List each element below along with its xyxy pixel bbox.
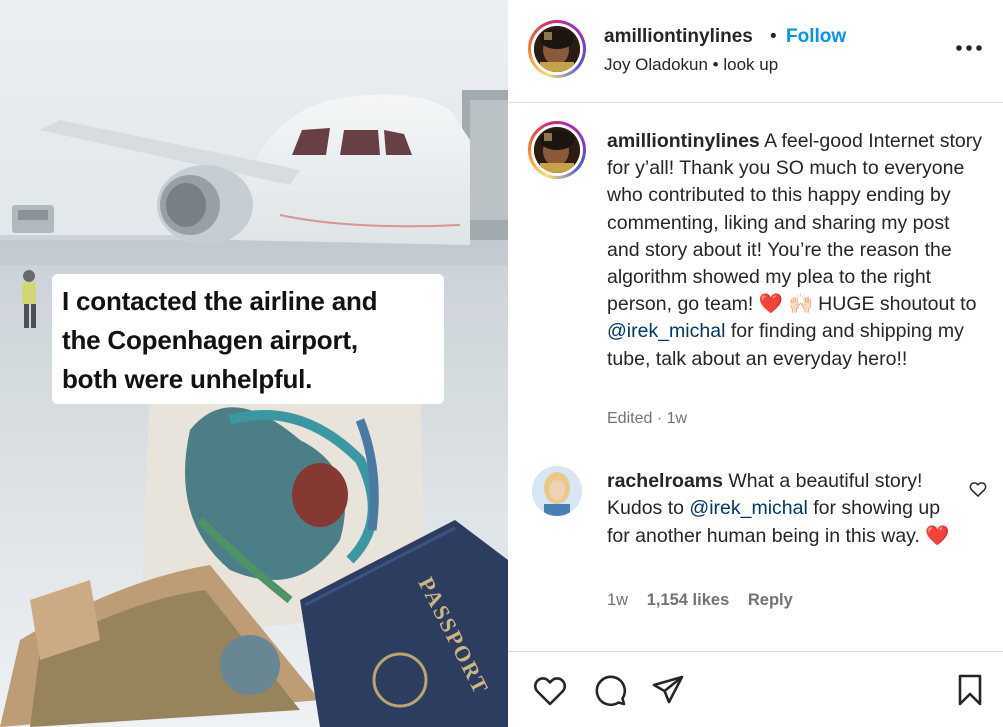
more-options-icon[interactable] — [954, 38, 984, 58]
caption-edited-time: Edited · 1w — [607, 410, 688, 427]
bookmark-icon[interactable] — [951, 671, 989, 709]
comment-body: rachelroams What a beautiful story! Kudo… — [607, 468, 952, 550]
comment-icon[interactable] — [591, 671, 629, 709]
caption-username[interactable]: amilliontinylines — [607, 130, 760, 152]
comment-reply-button[interactable]: Reply — [748, 591, 793, 609]
comment-like-heart-icon[interactable] — [968, 479, 988, 499]
post-media[interactable]: S PASSPORT I contacted the airline and t… — [0, 0, 508, 727]
raised-hands-emoji: 🙌🏻 — [788, 293, 813, 316]
caption-mention-link[interactable]: @irek_michal — [607, 320, 725, 342]
caption-text-2: HUGE shoutout to — [818, 293, 977, 316]
header-divider — [508, 102, 1003, 103]
comment-meta: 1w 1,154 likes Reply — [607, 591, 793, 610]
comment-age: 1w — [607, 591, 629, 609]
heart-icon[interactable] — [531, 671, 569, 709]
post-side-panel: amilliontinylines • Follow Joy Oladokun … — [508, 0, 1003, 727]
audio-track-label[interactable]: Joy Oladokun • look up — [604, 55, 778, 75]
header-separator: • — [770, 26, 777, 47]
comment-likes-count[interactable]: 1,154 likes — [647, 591, 730, 609]
caption-author-avatar[interactable] — [528, 121, 586, 179]
comment-mention-link[interactable]: @irek_michal — [689, 497, 807, 519]
author-username[interactable]: amilliontinylines — [604, 26, 753, 48]
commenter-username[interactable]: rachelroams — [607, 470, 723, 492]
caption-overlay-text: I contacted the airline and the Copenhag… — [62, 286, 378, 394]
commenter-avatar[interactable] — [532, 466, 582, 516]
post-caption: amilliontinylines A feel-good Internet s… — [607, 128, 987, 373]
follow-button[interactable]: Follow — [786, 26, 846, 48]
author-avatar[interactable] — [528, 20, 586, 78]
red-heart-emoji: ❤️ — [758, 293, 784, 316]
actions-divider — [508, 651, 1003, 652]
commenter-photo — [532, 466, 582, 516]
caption-text-1: A feel-good Internet story for y’all! Th… — [607, 130, 983, 316]
comment-heart-emoji: ❤️ — [925, 524, 950, 547]
author-photo — [534, 26, 580, 72]
share-icon[interactable] — [649, 671, 687, 709]
caption-author-photo — [534, 127, 580, 173]
